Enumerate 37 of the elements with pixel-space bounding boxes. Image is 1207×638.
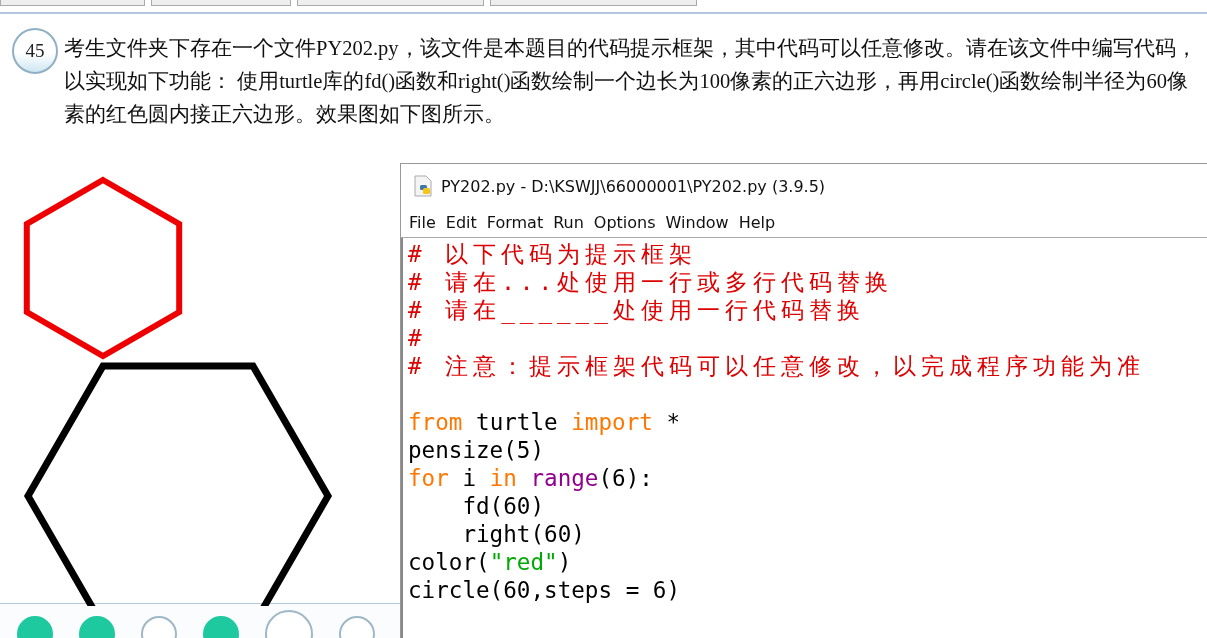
menu-item[interactable]: Format (481, 213, 549, 232)
code-text: in (489, 464, 517, 492)
code-text: # 请在...处使用一行或多行代码替换 (408, 268, 893, 296)
code-text: * (665, 408, 681, 436)
window-title: PY202.py - D:\KSWJJ\66000001\PY202.py (3.9.5) (441, 176, 826, 196)
code-text: import (571, 408, 653, 436)
menu-item[interactable]: Edit (440, 213, 482, 232)
code-text: color( (408, 548, 490, 576)
menu-item[interactable]: File (404, 213, 441, 232)
code-text: pensize(5) (408, 436, 545, 464)
code-text: (6): (598, 464, 653, 492)
code-text: range (529, 464, 599, 492)
code-text: circle(60,steps = 6) (408, 576, 681, 604)
menu-item[interactable]: Window (660, 213, 734, 232)
menu-item[interactable]: Help (733, 213, 781, 232)
code-text: i (461, 464, 478, 492)
question-number: 45 (12, 28, 58, 74)
question-text: 考生文件夹下存在一个文件PY202.py，该文件是本题目的代码提示框架，其中代码可以任意修改。请在该文件中编写代码，以实现如下功能： 使用turtle库的fd()函数和right()函数绘制一个边长为100像素的正六边形，再用circle()函数绘制半径为60像素的红色圆内接正六边形。效果图如下图所示。 (64, 36, 1197, 127)
code-text: fd(60) (461, 492, 545, 520)
code-text: "red" (489, 548, 558, 576)
code-text: # 注意：提示框架代码可以任意修改，以完成程序功能为准 (408, 352, 1146, 380)
code-text: for (408, 464, 449, 492)
code-text: # 以下代码为提示框架 (408, 240, 698, 268)
code-text: right(60) (461, 520, 585, 548)
toolbar-button[interactable] (151, 0, 291, 6)
code-text: # (408, 324, 427, 352)
toolbar-button[interactable] (490, 0, 697, 6)
menu-item[interactable]: Run (548, 213, 589, 232)
code-text: ) (557, 548, 572, 576)
code-text: # 请在______处使用一行代码替换 (408, 296, 865, 324)
toolbar-button[interactable] (297, 0, 484, 6)
python-file-icon (413, 175, 433, 197)
toolbar-button[interactable] (0, 0, 145, 6)
code-text: from (408, 408, 463, 436)
menu-item[interactable]: Options (588, 213, 661, 232)
code-text: turtle (475, 408, 559, 436)
code-editor[interactable]: # 以下代码为提示框架 # 请在...处使用一行或多行代码替换 # 请在______处使用一行代码替换 # # 注意：提示框架代码可以任意修改，以完成程序功能为准 from turtle import * pensize(5) for i in range(6): fd(60) right(60) color("red") circle(60,steps = 6) (401, 238, 1207, 638)
